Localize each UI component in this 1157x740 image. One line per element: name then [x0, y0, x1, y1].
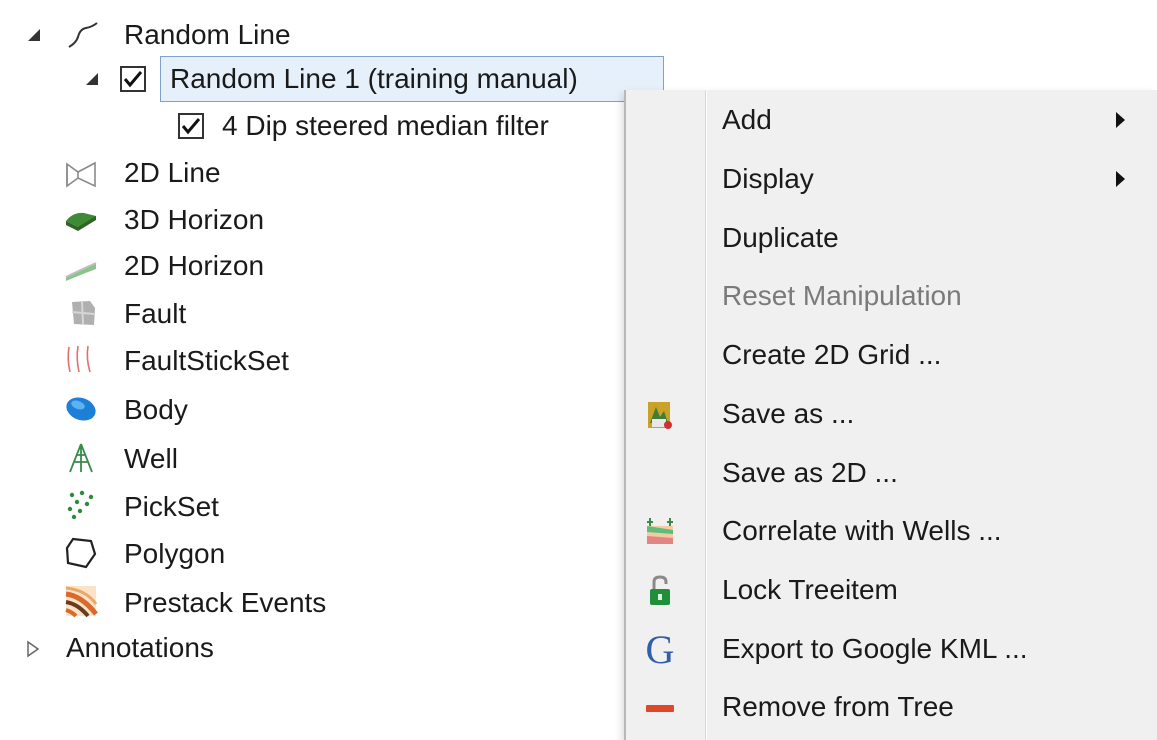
submenu-arrow-icon — [1116, 171, 1125, 187]
tree-item-3d-horizon[interactable]: 3D Horizon — [124, 200, 264, 240]
tree-item-annotations[interactable]: Annotations — [66, 628, 214, 668]
menu-item-reset-manipulation: Reset Manipulation — [722, 280, 962, 311]
menu-item-display[interactable]: Display — [626, 150, 1157, 208]
correlate-wells-icon — [640, 512, 680, 552]
tree-item-body[interactable]: Body — [124, 390, 188, 430]
expand-arrow-icon[interactable] — [26, 26, 44, 44]
tree-item-random-line-1[interactable]: Random Line 1 (training manual) — [170, 59, 578, 99]
3d-horizon-icon — [64, 204, 98, 238]
expand-arrow-icon[interactable] — [84, 70, 102, 88]
tree-item-2d-line[interactable]: 2D Line — [124, 153, 221, 193]
random-line-icon — [66, 19, 100, 53]
menu-item-duplicate[interactable]: Duplicate — [626, 209, 1157, 267]
checkbox-random-line-1[interactable] — [120, 66, 146, 92]
tree-item-well[interactable]: Well — [124, 439, 178, 479]
context-menu: Add Display Duplicate Reset Manipulation… — [626, 90, 1157, 740]
menu-item-correlate-with-wells[interactable]: Correlate with Wells ... — [626, 502, 1157, 560]
menu-item-lock-treeitem[interactable]: Lock Treeitem — [626, 561, 1157, 619]
well-icon — [64, 441, 98, 475]
body-icon — [64, 392, 98, 426]
tree-item-dip-filter[interactable]: 4 Dip steered median filter — [222, 106, 549, 146]
pickset-icon — [64, 488, 98, 522]
lock-icon — [640, 571, 680, 611]
save-icon — [640, 395, 680, 435]
tree-item-faultstickset[interactable]: FaultStickSet — [124, 341, 289, 381]
faultstickset-icon — [64, 342, 98, 376]
menu-item-remove-from-tree[interactable]: Remove from Tree — [626, 678, 1157, 736]
menu-item-create-2d-grid[interactable]: Create 2D Grid ... — [626, 326, 1157, 384]
remove-icon — [640, 688, 680, 728]
menu-item-save-as[interactable]: Save as ... — [626, 385, 1157, 443]
tree-item-pickset[interactable]: PickSet — [124, 487, 219, 527]
2d-horizon-icon — [64, 251, 98, 285]
tree-item-prestack-events[interactable]: Prestack Events — [124, 583, 326, 623]
submenu-arrow-icon — [1116, 112, 1125, 128]
menu-item-add[interactable]: Add — [626, 91, 1157, 149]
menu-item-save-as-2d[interactable]: Save as 2D ... — [626, 444, 1157, 502]
tree-item-polygon[interactable]: Polygon — [124, 534, 225, 574]
2d-line-icon — [64, 158, 98, 192]
tree-item-fault[interactable]: Fault — [124, 294, 186, 334]
checkbox-dip-filter[interactable] — [178, 113, 204, 139]
tree-item-random-line[interactable]: Random Line — [124, 15, 291, 55]
prestack-events-icon — [64, 584, 98, 618]
collapsed-arrow-icon[interactable] — [24, 640, 42, 658]
menu-item-export-google-kml[interactable]: G Export to Google KML ... — [626, 620, 1157, 678]
fault-icon — [66, 296, 100, 330]
polygon-icon — [64, 536, 98, 570]
tree-item-2d-horizon[interactable]: 2D Horizon — [124, 246, 264, 286]
google-icon: G — [645, 627, 675, 672]
